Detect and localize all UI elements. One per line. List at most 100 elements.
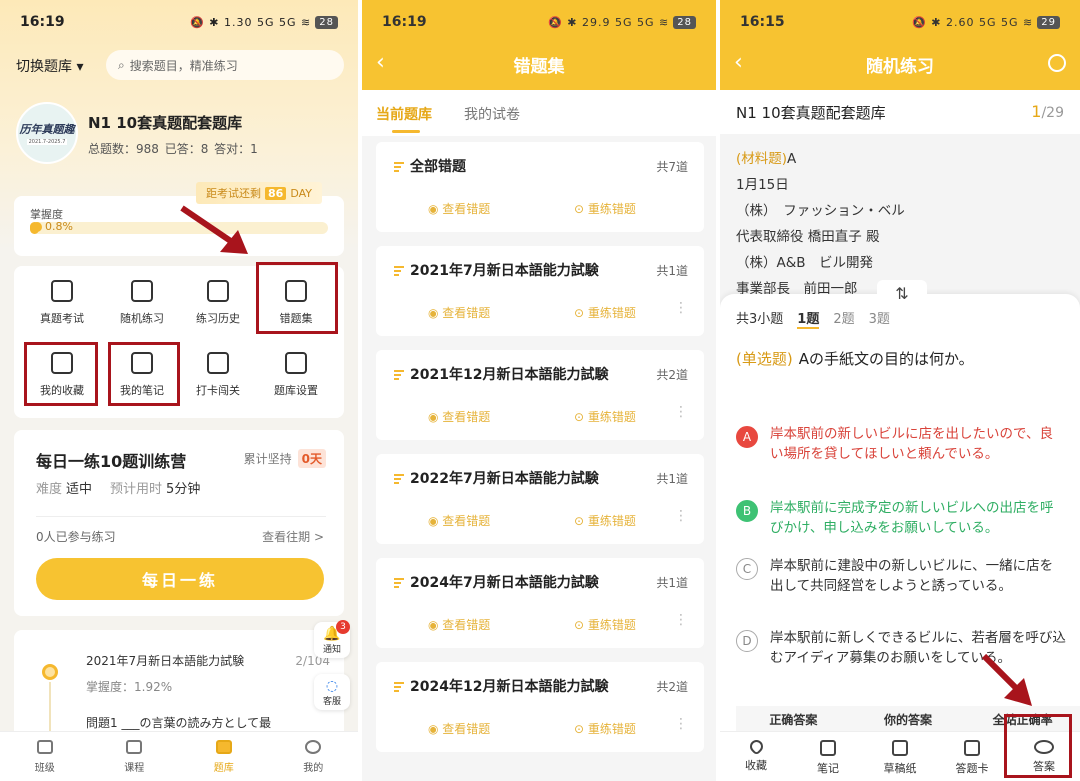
- list-icon: [394, 474, 404, 486]
- more-icon[interactable]: ⋮: [674, 716, 688, 732]
- tab-profile[interactable]: 我的: [269, 732, 359, 781]
- list-icon: [394, 162, 404, 174]
- list-icon: [394, 578, 404, 590]
- favorite-button[interactable]: 收藏: [720, 732, 792, 781]
- arrow-icon: [180, 205, 248, 254]
- play-icon: [36, 740, 53, 754]
- view-history-link[interactable]: 查看往期 >: [262, 528, 324, 545]
- option-a[interactable]: A 岸本駅前の新しいビルに店を出したいので、良い場所を貸してほしいと頼んでいる。: [736, 424, 1066, 464]
- bank-title: N1 10套真题配套题库: [88, 114, 243, 132]
- list-icon: [394, 370, 404, 382]
- card-title: 2024年7月新日本語能力試験: [410, 575, 599, 591]
- notes-button[interactable]: 笔记: [792, 732, 864, 781]
- record-name: 2021年7月新日本語能力試験: [86, 654, 245, 668]
- highlight-box-answer: [1004, 714, 1072, 778]
- daily-practice-button[interactable]: 每日一练: [36, 558, 324, 600]
- sub-question-tab[interactable]: 1题: [797, 308, 820, 329]
- mastery-dot-icon: [32, 221, 42, 232]
- search-input[interactable]: ⌕ 搜索题目，精准练习: [106, 50, 344, 80]
- tab-current-bank[interactable]: 当前题库: [376, 104, 432, 124]
- sub-question-tab[interactable]: 2题: [833, 308, 854, 329]
- redo-wrong-button[interactable]: ⊙ 重练错题: [574, 720, 636, 737]
- card-title: 全部错题: [410, 159, 466, 175]
- customer-service-button[interactable]: ◌ 客服: [314, 674, 350, 710]
- card-count: 共1道: [656, 472, 688, 486]
- practice-record[interactable]: 2021年7月新日本語能力試験 2/104 掌握度：1.92% 問題1 ___の…: [14, 630, 344, 742]
- chart-icon: [131, 280, 153, 302]
- grid-item-random[interactable]: 随机练习: [106, 280, 178, 326]
- tab-question-bank[interactable]: 题库: [179, 732, 269, 781]
- card-title: 2022年7月新日本語能力試験: [410, 471, 599, 487]
- wrong-set-card[interactable]: 2024年12月新日本語能力試験 共2道 ◉ 查看错题 ⊙ 重练错题 ⋮: [376, 662, 704, 752]
- switch-bank-dropdown[interactable]: 切换题库 ▾: [16, 56, 83, 76]
- more-icon[interactable]: ⋮: [674, 404, 688, 420]
- view-wrong-button[interactable]: ◉ 查看错题: [428, 512, 490, 529]
- card-count: 共1道: [656, 576, 688, 590]
- wrong-set-card[interactable]: 2021年12月新日本語能力試験 共2道 ◉ 查看错题 ⊙ 重练错题 ⋮: [376, 350, 704, 440]
- grid-item-settings[interactable]: 题库设置: [260, 352, 332, 398]
- more-icon[interactable]: ⋮: [674, 612, 688, 628]
- wrong-set-card[interactable]: 全部错题 共7道 ◉ 查看错题 ⊙ 重练错题: [376, 142, 704, 232]
- card-count: 共7道: [656, 160, 688, 174]
- heart-icon: [746, 737, 766, 756]
- view-wrong-button[interactable]: ◉ 查看错题: [428, 720, 490, 737]
- wrong-set-card[interactable]: 2021年7月新日本語能力試験 共1道 ◉ 查看错题 ⊙ 重练错题 ⋮: [376, 246, 704, 336]
- eye-icon: ◉: [428, 202, 443, 216]
- redo-wrong-button[interactable]: ⊙ 重练错题: [574, 512, 636, 529]
- wrong-set-card[interactable]: 2022年7月新日本語能力試験 共1道 ◉ 查看错题 ⊙ 重练错题 ⋮: [376, 454, 704, 544]
- tab-my-papers[interactable]: 我的试卷: [464, 104, 520, 124]
- grid-item-exam[interactable]: 真题考试: [26, 280, 98, 326]
- sub-question-tabs: 共3小题 1题 2题 3题: [736, 308, 890, 329]
- record-mastery: 掌握度：1.92%: [86, 680, 173, 694]
- more-icon[interactable]: ⋮: [674, 508, 688, 524]
- view-wrong-button[interactable]: ◉ 查看错题: [428, 304, 490, 321]
- scratch-paper-button[interactable]: 草稿纸: [864, 732, 936, 781]
- drag-handle-icon[interactable]: ⇅: [877, 280, 927, 308]
- more-icon[interactable]: ⋮: [674, 300, 688, 316]
- tab-class[interactable]: 班级: [0, 732, 90, 781]
- view-wrong-button[interactable]: ◉ 查看错题: [428, 200, 490, 217]
- clipboard-icon: [51, 280, 73, 302]
- history-icon: [207, 280, 229, 302]
- video-icon: [126, 740, 143, 754]
- settings-icon[interactable]: [1048, 54, 1066, 72]
- sub-question-tab[interactable]: 3题: [869, 308, 890, 329]
- bank-stats: 总题数：988 已答：8 答对：1: [88, 142, 258, 156]
- answer-sheet-button[interactable]: 答题卡: [936, 732, 1008, 781]
- redo-wrong-button[interactable]: ⊙ 重练错题: [574, 616, 636, 633]
- page-title: 错题集: [513, 57, 565, 77]
- redo-wrong-button[interactable]: ⊙ 重练错题: [574, 408, 636, 425]
- redo-wrong-button[interactable]: ⊙ 重练错题: [574, 304, 636, 321]
- notification-badge: 3: [336, 620, 350, 634]
- redo-icon: ⊙: [574, 618, 588, 632]
- random-practice-screen: 16:15 🔕 ✱ 2.60 5G 5G ≋ 29 ‹ 随机练习 N1 10套真题…: [720, 0, 1080, 781]
- bank-logo: 历年真题趣 2021.7-2025.7: [16, 102, 78, 164]
- wrong-set-card[interactable]: 2024年7月新日本語能力試験 共1道 ◉ 查看错题 ⊙ 重练错题 ⋮: [376, 558, 704, 648]
- redo-icon: ⊙: [574, 306, 588, 320]
- notification-button[interactable]: 🔔 通知 3: [314, 620, 350, 658]
- card-count: 共2道: [656, 368, 688, 382]
- home-screen: 16:19 🔕 ✱ 1.30 5G 5G ≋ 28 切换题库 ▾ ⌕ 搜索题目，精准…: [0, 0, 358, 781]
- grid-item-history[interactable]: 练习历史: [182, 280, 254, 326]
- page-title: 随机练习: [866, 57, 934, 77]
- tab-course[interactable]: 课程: [90, 732, 180, 781]
- passage: (材料题)A 1月15日 （株） ファッション・ベル 代表取締役 橋田直子 殿 …: [736, 151, 905, 297]
- bank-title: N1 10套真题配套题库: [736, 104, 886, 122]
- grid-item-checkin[interactable]: 打卡闯关: [182, 352, 254, 398]
- redo-wrong-button[interactable]: ⊙ 重练错题: [574, 200, 636, 217]
- daily-title: 每日一练10题训练营: [36, 452, 187, 471]
- card-count: 共2道: [656, 680, 688, 694]
- view-wrong-button[interactable]: ◉ 查看错题: [428, 408, 490, 425]
- list-icon: [964, 740, 980, 756]
- mastery-percent: 0.8%: [32, 220, 73, 233]
- status-icons: 🔕 ✱ 1.30 5G 5G ≋ 28: [190, 15, 338, 29]
- daily-practice-card: 每日一练10题训练营 累计坚持 0天 难度 适中 预计用时 5分钟 0人已参与练习 查看…: [14, 430, 344, 616]
- card-count: 共1道: [656, 264, 688, 278]
- view-wrong-button[interactable]: ◉ 查看错题: [428, 616, 490, 633]
- redo-icon: ⊙: [574, 722, 588, 736]
- card-title: 2021年12月新日本語能力試験: [410, 367, 609, 383]
- option-c[interactable]: C 岸本駅前に建設中の新しいビルに、一緒に店を出して共同経営をしようと誘っている。: [736, 556, 1066, 596]
- chat-icon: ◌: [325, 678, 339, 694]
- battery-icon: 29: [1037, 15, 1060, 29]
- option-b[interactable]: B 岸本駅前に完成予定の新しいビルへの出店を呼びかけ、申し込みをお願いしている。: [736, 498, 1066, 538]
